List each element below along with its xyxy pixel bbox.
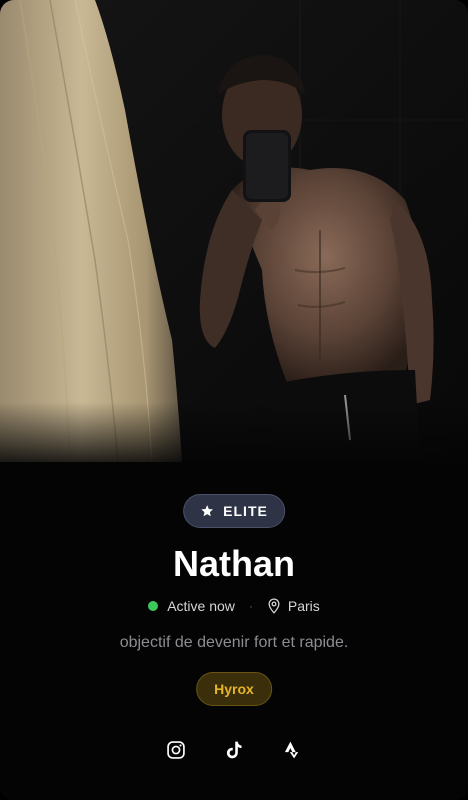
status-label: Active now — [167, 598, 235, 614]
tiktok-icon — [226, 741, 242, 759]
photo-fade — [0, 402, 468, 462]
meta-separator: · — [248, 599, 253, 613]
map-pin-icon — [268, 598, 280, 614]
profile-name: Nathan — [172, 543, 295, 584]
strava-icon — [284, 741, 299, 759]
tag-hyrox[interactable]: Hyrox — [196, 672, 272, 706]
strava-link[interactable] — [282, 740, 302, 760]
instagram-icon — [167, 741, 185, 759]
profile-card[interactable]: ELITE Nathan Active now · Paris objectif… — [0, 0, 468, 800]
online-status-dot — [148, 601, 159, 611]
social-links — [0, 740, 468, 760]
profile-info: ELITE Nathan Active now · Paris objectif… — [0, 462, 468, 800]
instagram-link[interactable] — [166, 740, 186, 760]
profile-meta: Active now · Paris — [0, 596, 468, 616]
badge-label: ELITE — [223, 503, 268, 519]
elite-badge: ELITE — [183, 494, 285, 528]
location-label: Paris — [287, 598, 320, 614]
star-icon — [201, 505, 213, 517]
profile-bio: objectif de devenir fort et rapide. — [119, 634, 349, 651]
profile-photo — [0, 0, 468, 462]
tiktok-link[interactable] — [224, 740, 244, 760]
